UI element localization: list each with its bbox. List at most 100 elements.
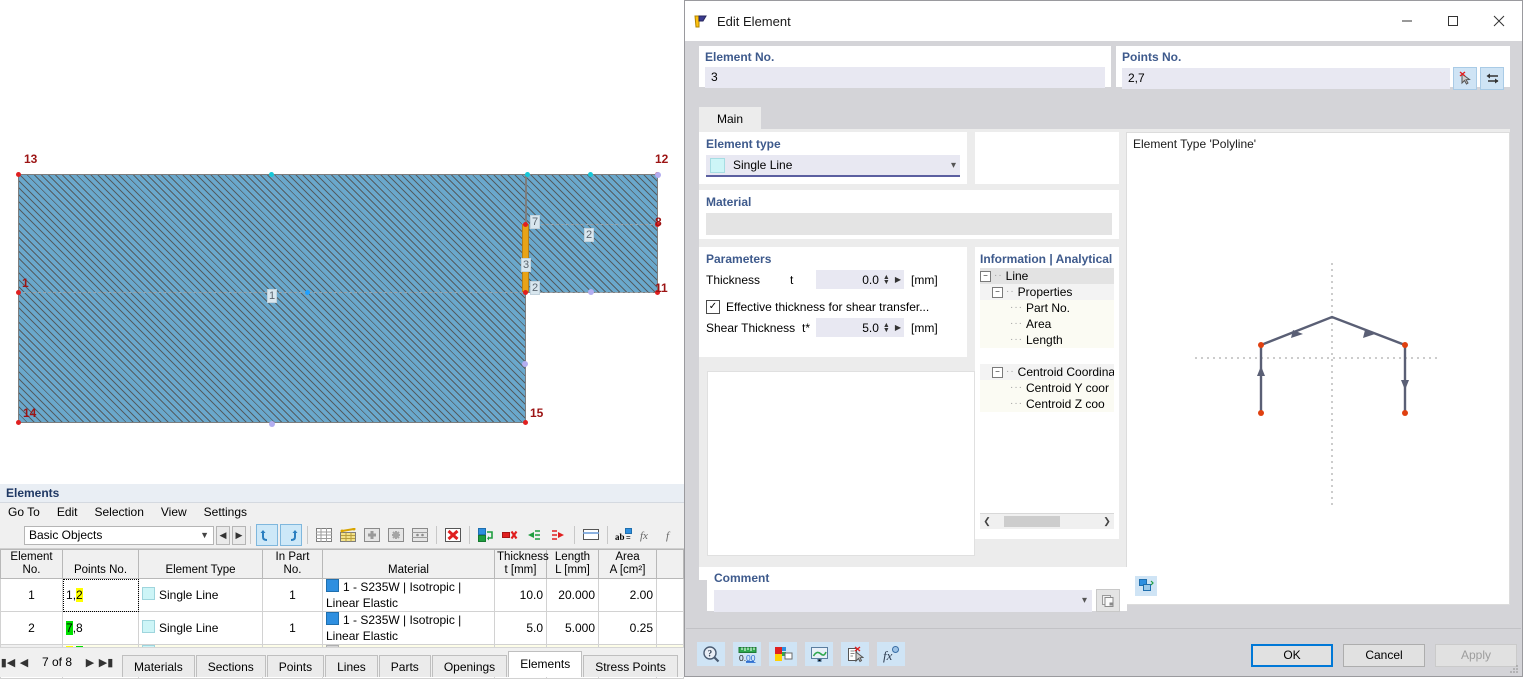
- col-thickness[interactable]: Thickness t [mm]: [494, 549, 549, 579]
- node-point[interactable]: [523, 222, 528, 227]
- scroll-left-icon[interactable]: ❮: [980, 516, 994, 527]
- units-icon[interactable]: 0. 00: [733, 642, 761, 666]
- marker-violet[interactable]: [588, 289, 594, 295]
- pick-points-icon[interactable]: [1453, 67, 1477, 90]
- add-row-icon[interactable]: [361, 524, 383, 546]
- collapse-icon[interactable]: −: [992, 286, 1003, 298]
- copy-row-icon[interactable]: [475, 524, 497, 546]
- marker-cyan[interactable]: [269, 172, 274, 177]
- information-hscrollbar[interactable]: ❮ ❯: [980, 513, 1114, 529]
- tab-main[interactable]: Main: [699, 107, 762, 131]
- cell-area[interactable]: 2.00: [598, 578, 657, 612]
- tab-materials[interactable]: Materials: [122, 655, 195, 677]
- first-page-button[interactable]: ▮◀: [0, 656, 16, 677]
- cell-points-no[interactable]: 7,8: [62, 611, 139, 645]
- tree-item-length[interactable]: ··· Length: [980, 332, 1114, 348]
- cell-in-part-no[interactable]: 1: [262, 578, 323, 612]
- marker-cyan[interactable]: [525, 172, 530, 177]
- redo-icon[interactable]: [280, 524, 302, 546]
- col-element-no[interactable]: Element No.: [0, 549, 63, 579]
- deselect-icon[interactable]: [841, 642, 869, 666]
- import-icon[interactable]: [523, 524, 545, 546]
- cancel-button[interactable]: Cancel: [1343, 644, 1425, 667]
- col-points-no[interactable]: Points No.: [62, 549, 139, 579]
- node-point[interactable]: [523, 290, 528, 295]
- col-length[interactable]: Length L [mm]: [546, 549, 599, 579]
- tab-parts[interactable]: Parts: [378, 655, 431, 677]
- thickness-input[interactable]: 0.0 ▲ ▼ ▶: [816, 270, 904, 289]
- shear-thickness-input[interactable]: 5.0 ▲ ▼ ▶: [816, 318, 904, 337]
- delete-icon[interactable]: [442, 524, 464, 546]
- element-preview[interactable]: Element Type 'Polyline': [1126, 132, 1510, 605]
- tab-openings[interactable]: Openings: [431, 655, 508, 677]
- effective-thickness-checkbox[interactable]: ✓ Effective thickness for shear transfer…: [706, 300, 960, 314]
- marker-violet[interactable]: [655, 172, 661, 178]
- spin-next-icon[interactable]: ▶: [895, 275, 901, 284]
- display-properties-icon[interactable]: [769, 642, 797, 666]
- ok-button[interactable]: OK: [1251, 644, 1333, 667]
- menu-settings[interactable]: Settings: [204, 505, 247, 519]
- marker-violet[interactable]: [269, 421, 275, 427]
- cell-in-part-no[interactable]: 1: [262, 611, 323, 645]
- resize-grip[interactable]: [1509, 663, 1519, 673]
- cell-length[interactable]: 5.000: [546, 611, 599, 645]
- spin-next-icon[interactable]: ▶: [895, 323, 901, 332]
- element-type-select[interactable]: Single Line ▾: [706, 155, 960, 177]
- next-page-button[interactable]: ▶: [82, 656, 98, 677]
- fx-icon[interactable]: fx: [637, 524, 659, 546]
- comment-copy-icon[interactable]: [1096, 589, 1120, 612]
- tree-item-part-no[interactable]: ··· Part No.: [980, 300, 1114, 316]
- tree-item-properties[interactable]: − ·· Properties: [980, 284, 1114, 300]
- cell-element-type[interactable]: Single Line: [138, 578, 263, 612]
- material-input[interactable]: [706, 213, 1112, 235]
- information-tree[interactable]: − ·· Line − ·· Properties ··· Part No. ·…: [980, 268, 1114, 513]
- scroll-right-icon[interactable]: ❯: [1100, 516, 1114, 527]
- tab-stress-points[interactable]: Stress Points: [583, 655, 678, 677]
- table-toolbar[interactable]: Basic Objects ▼ ◀ ▶ ab = fx f: [0, 522, 684, 549]
- apply-button[interactable]: Apply: [1435, 644, 1517, 667]
- dialog-titlebar[interactable]: Edit Element: [685, 1, 1522, 41]
- element-no-input[interactable]: 3: [705, 67, 1105, 88]
- col-material[interactable]: Material: [322, 549, 495, 579]
- dialog-buttons[interactable]: OK Cancel Apply: [1241, 644, 1517, 667]
- maximize-button[interactable]: [1430, 1, 1476, 41]
- scroll-thumb[interactable]: [1004, 516, 1060, 527]
- cell-material[interactable]: 1 - S235W | Isotropic | Linear Elastic: [322, 578, 495, 612]
- undo-icon[interactable]: [256, 524, 278, 546]
- object-filter-combo[interactable]: Basic Objects ▼: [24, 525, 214, 545]
- cell-element-no[interactable]: 1: [0, 578, 63, 612]
- prev-filter-button[interactable]: ◀: [216, 525, 230, 545]
- spinner-icon[interactable]: ▲ ▼: [883, 322, 890, 334]
- insert-row-icon[interactable]: [337, 524, 359, 546]
- dialog-footer-toolbar[interactable]: ? 0. 00 fx: [697, 641, 913, 667]
- table-row[interactable]: 2 7,8 Single Line 1 1 - S235W | Isotropi…: [0, 611, 684, 645]
- points-no-input[interactable]: 2,7: [1122, 68, 1450, 89]
- node-point[interactable]: [16, 420, 21, 425]
- prev-page-button[interactable]: ◀: [16, 656, 32, 677]
- tab-lines[interactable]: Lines: [325, 655, 378, 677]
- checkbox-icon[interactable]: ✓: [706, 300, 720, 314]
- formula-icon[interactable]: fx: [877, 642, 905, 666]
- node-point[interactable]: [16, 290, 21, 295]
- delete-row-icon[interactable]: [499, 524, 521, 546]
- cell-thickness[interactable]: 10.0: [494, 578, 547, 612]
- marker-violet[interactable]: [522, 361, 528, 367]
- tree-item-line[interactable]: − ·· Line: [980, 268, 1114, 284]
- table-icon[interactable]: [313, 524, 335, 546]
- cell-area[interactable]: 0.25: [598, 611, 657, 645]
- tree-item-centroid-coordinates[interactable]: − ·· Centroid Coordinat: [980, 364, 1114, 380]
- next-filter-button[interactable]: ▶: [232, 525, 246, 545]
- marker-cyan[interactable]: [588, 172, 593, 177]
- model-viewport[interactable]: 13 12 8 11 15 14 1 1 2 3 7 2: [0, 0, 684, 484]
- tree-item-centroid-z[interactable]: ··· Centroid Z coo: [980, 396, 1114, 412]
- collapse-icon[interactable]: −: [980, 270, 991, 282]
- spinner-icon[interactable]: ▲ ▼: [883, 274, 890, 286]
- tab-sections[interactable]: Sections: [195, 655, 266, 677]
- menu-edit[interactable]: Edit: [57, 505, 78, 519]
- menu-go-to[interactable]: Go To: [8, 505, 40, 519]
- node-point[interactable]: [523, 420, 528, 425]
- cell-points-no[interactable]: 1,2: [62, 578, 139, 612]
- cell-element-no[interactable]: 2: [0, 611, 63, 645]
- minimize-button[interactable]: [1384, 1, 1430, 41]
- tab-elements[interactable]: Elements: [508, 651, 583, 677]
